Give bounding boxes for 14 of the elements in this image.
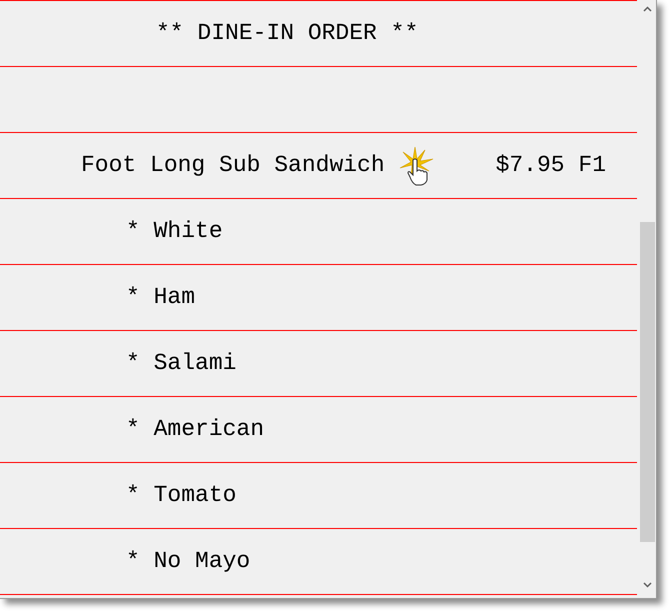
item-name: Foot Long Sub Sandwich bbox=[81, 151, 385, 180]
modifier-line: * American bbox=[126, 415, 264, 444]
scrollbar-thumb[interactable] bbox=[640, 222, 654, 542]
scroll-up-icon[interactable] bbox=[642, 6, 652, 12]
scroll-down-icon[interactable] bbox=[642, 582, 652, 588]
order-header: ** DINE-IN ORDER ** bbox=[156, 19, 418, 48]
modifier-line: * Tomato bbox=[126, 481, 236, 510]
item-price: $7.95 F1 bbox=[496, 151, 606, 180]
modifier-line: * Ham bbox=[126, 283, 196, 312]
modifier-line: * No Mayo bbox=[126, 547, 250, 576]
modifier-line: * White bbox=[126, 217, 223, 246]
hand-cursor-icon bbox=[398, 146, 435, 186]
scrollbar[interactable] bbox=[638, 0, 656, 598]
modifier-line: * Salami bbox=[126, 349, 236, 378]
